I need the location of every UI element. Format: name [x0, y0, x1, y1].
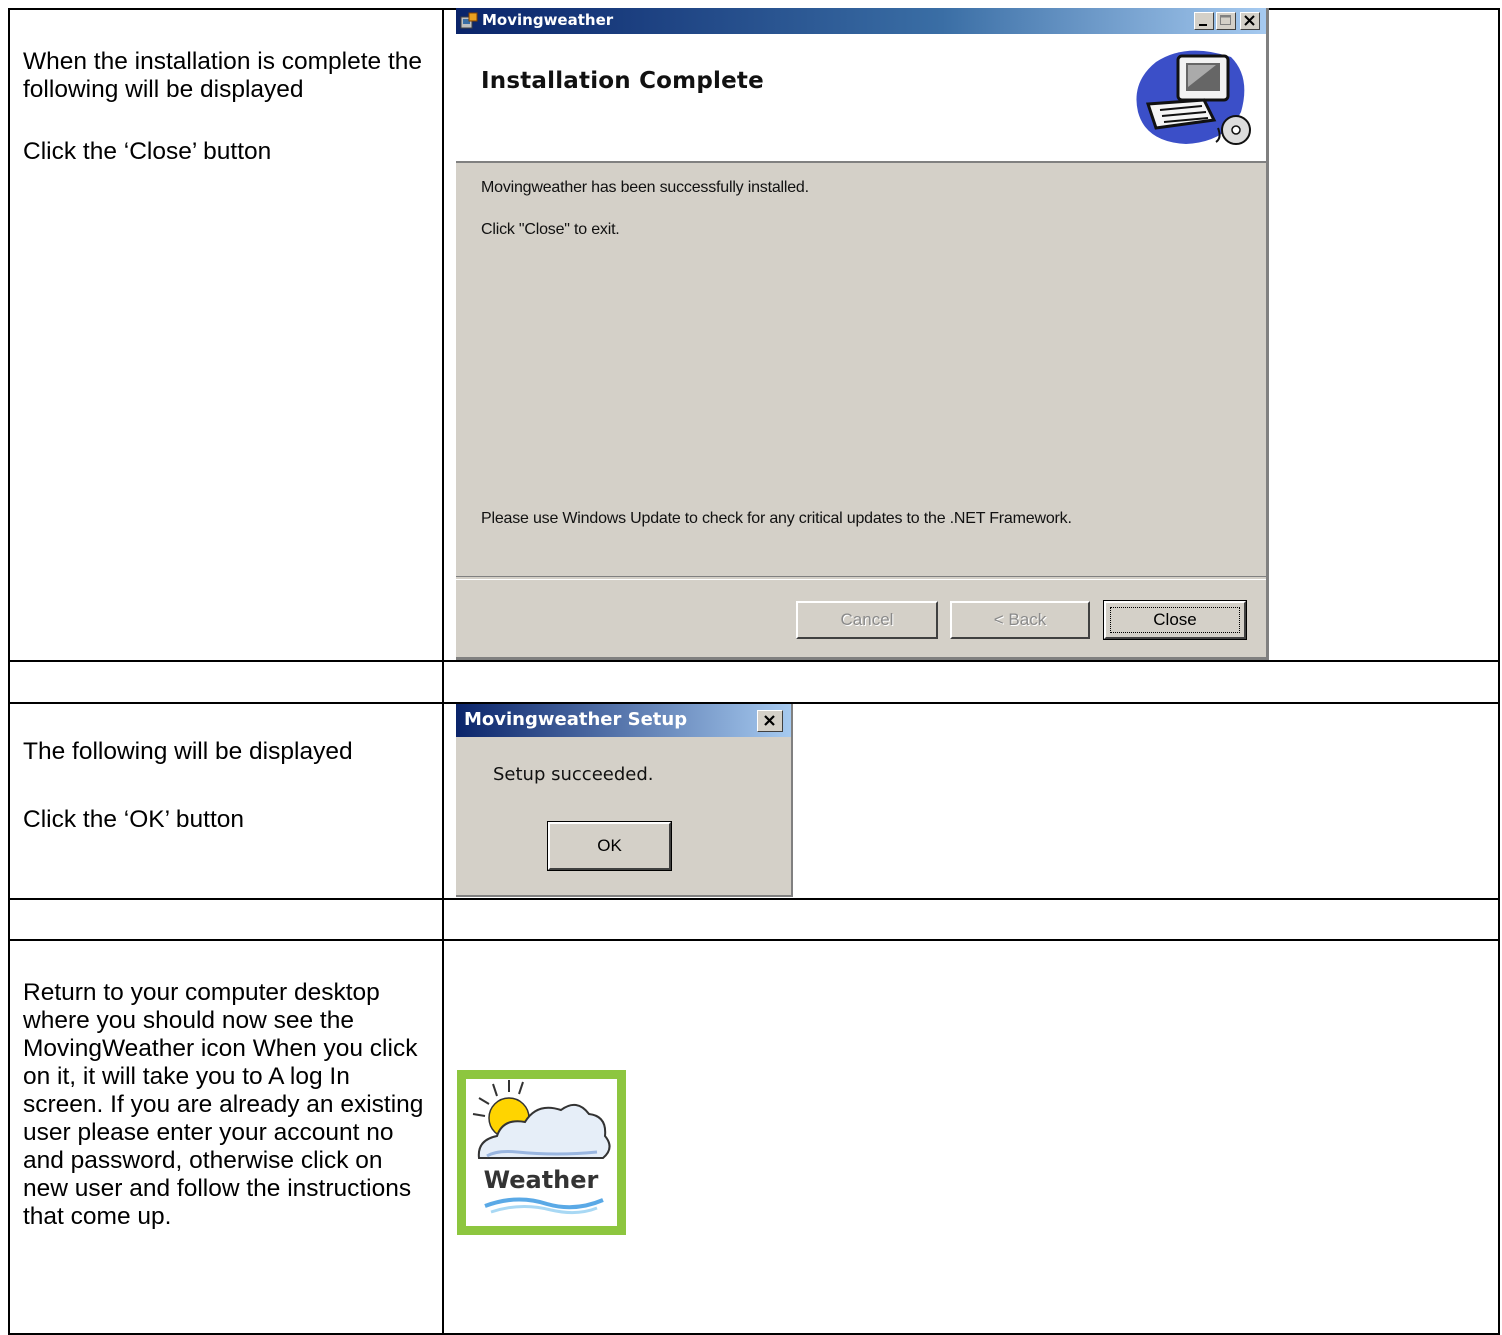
- instruction-text: Click the ‘Close’ button: [23, 138, 272, 165]
- success-message: Movingweather has been successfully inst…: [481, 179, 809, 196]
- instruction-text: The following will be displayed: [23, 738, 353, 765]
- ok-button[interactable]: OK: [547, 821, 672, 871]
- close-window-button[interactable]: [1240, 12, 1260, 30]
- maximize-icon: [1220, 15, 1231, 25]
- close-icon: [1244, 15, 1255, 26]
- table-border-left: [8, 8, 10, 1335]
- dialog-banner: Installation Complete: [456, 34, 1266, 163]
- table-column-divider: [442, 8, 444, 1335]
- cancel-button[interactable]: Cancel: [796, 601, 938, 639]
- installer-icon: [460, 12, 478, 29]
- maximize-button[interactable]: [1216, 12, 1236, 30]
- instruction-cell-2: The following will be displayed Click th…: [23, 738, 423, 834]
- minimize-icon: [1199, 24, 1207, 26]
- instruction-cell-1: When the installation is complete the fo…: [23, 48, 423, 166]
- exit-instruction: Click "Close" to exit.: [481, 221, 620, 238]
- setup-succeeded-dialog: Movingweather Setup Setup succeeded. OK: [456, 704, 793, 897]
- button-separator: [456, 576, 1266, 580]
- instruction-text: When the installation is complete the fo…: [23, 48, 423, 103]
- movingweather-desktop-icon[interactable]: Weather: [457, 1070, 626, 1235]
- title-bar[interactable]: Movingweather: [456, 8, 1266, 34]
- close-icon: [764, 715, 775, 726]
- computer-clipart-icon: [1136, 50, 1251, 145]
- icon-label: Weather: [484, 1166, 599, 1194]
- instruction-text: Return to your computer desktop where yo…: [23, 979, 424, 1230]
- instruction-text: Click the ‘OK’ button: [23, 806, 245, 833]
- update-notice: Please use Windows Update to check for a…: [481, 510, 1072, 527]
- window-title: Movingweather: [482, 11, 614, 29]
- installation-complete-dialog: Movingweather Installation Complete Movi…: [456, 8, 1269, 660]
- back-button[interactable]: < Back: [950, 601, 1090, 639]
- table-row-divider: [8, 939, 1500, 941]
- dialog-heading: Installation Complete: [481, 68, 764, 94]
- title-bar[interactable]: Movingweather Setup: [456, 704, 791, 737]
- close-window-button[interactable]: [757, 710, 783, 732]
- setup-message: Setup succeeded.: [493, 764, 654, 785]
- table-row-divider: [8, 660, 1500, 662]
- close-button[interactable]: Close: [1103, 600, 1247, 640]
- instruction-cell-3: Return to your computer desktop where yo…: [23, 979, 433, 1231]
- table-border-right: [1498, 8, 1500, 1335]
- window-title: Movingweather Setup: [464, 709, 688, 730]
- minimize-button[interactable]: [1194, 12, 1214, 30]
- table-row-divider: [8, 898, 1500, 900]
- focus-rectangle: [1110, 607, 1240, 633]
